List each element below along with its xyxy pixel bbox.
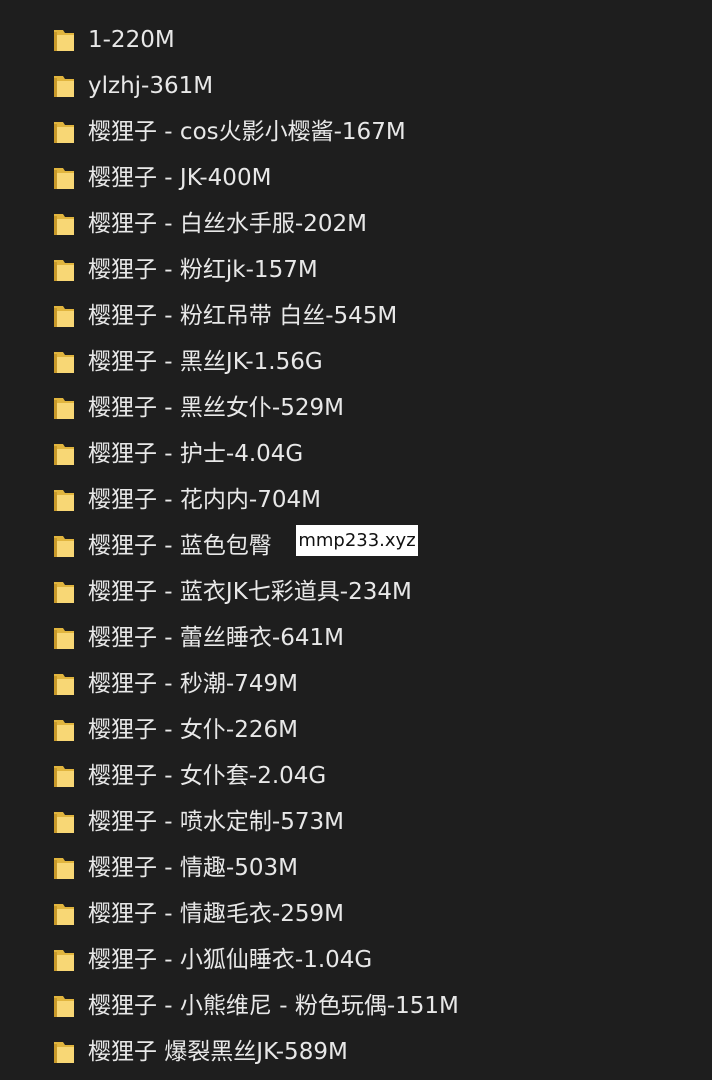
folder-item[interactable]: 樱狸子 - cos火影小樱酱-167M: [0, 109, 712, 155]
folder-item[interactable]: 樱狸子 - 女仆套-2.04G: [0, 753, 712, 799]
folder-icon: [54, 996, 74, 1017]
folder-icon: [54, 214, 74, 235]
folder-name: 樱狸子 - 粉红jk-157M: [88, 257, 318, 283]
folder-name: 1-220M: [88, 27, 175, 53]
folder-icon: [54, 260, 74, 281]
folder-item[interactable]: 1-220M: [0, 17, 712, 63]
folder-name: 樱狸子 - 蓝衣JK七彩道具-234M: [88, 579, 412, 605]
folder-item[interactable]: 樱狸子 - 花内内-704M: [0, 477, 712, 523]
folder-icon: [54, 904, 74, 925]
folder-item[interactable]: 樱狸子 - 蓝衣JK七彩道具-234M: [0, 569, 712, 615]
folder-name: 樱狸子 - JK-400M: [88, 165, 272, 191]
folder-item[interactable]: 樱狸子 - 黑丝女仆-529M: [0, 385, 712, 431]
folder-icon: [54, 168, 74, 189]
folder-icon: [54, 76, 74, 97]
folder-name: 樱狸子 - 黑丝JK-1.56G: [88, 349, 323, 375]
folder-item[interactable]: 樱狸子 - 小熊维尼 - 粉色玩偶-151M: [0, 983, 712, 1029]
folder-name: 樱狸子 - 情趣-503M: [88, 855, 298, 881]
folder-icon: [54, 858, 74, 879]
folder-name: 樱狸子 - 白丝水手服-202M: [88, 211, 367, 237]
folder-icon: [54, 30, 74, 51]
folder-name: 樱狸子 - 蕾丝睡衣-641M: [88, 625, 344, 651]
folder-name: 樱狸子 - 黑丝女仆-529M: [88, 395, 344, 421]
folder-name: 樱狸子 - 护士-4.04G: [88, 441, 304, 467]
folder-name: 樱狸子 - 秒潮-749M: [88, 671, 298, 697]
folder-item[interactable]: 樱狸子 - JK-400M: [0, 155, 712, 201]
folder-name: 樱狸子 - 情趣毛衣-259M: [88, 901, 344, 927]
folder-icon: [54, 950, 74, 971]
folder-item[interactable]: 樱狸子 - 女仆-226M: [0, 707, 712, 753]
folder-name: 樱狸子 - 喷水定制-573M: [88, 809, 344, 835]
folder-name: 樱狸子 - 小狐仙睡衣-1.04G: [88, 947, 373, 973]
folder-icon: [54, 720, 74, 741]
folder-item[interactable]: 樱狸子 - 蕾丝睡衣-641M: [0, 615, 712, 661]
folder-item[interactable]: 樱狸子 - 秒潮-749M: [0, 661, 712, 707]
folder-icon: [54, 1042, 74, 1063]
folder-name: 樱狸子 - 粉红吊带 白丝-545M: [88, 303, 398, 329]
folder-name: 樱狸子 - 女仆-226M: [88, 717, 298, 743]
folder-name: 樱狸子 爆裂黑丝JK-589M: [88, 1039, 348, 1065]
folder-name: 樱狸子 - 女仆套-2.04G: [88, 763, 327, 789]
folder-item[interactable]: 樱狸子 - 护士-4.04G: [0, 431, 712, 477]
folder-item[interactable]: 樱狸子 - 黑丝JK-1.56G: [0, 339, 712, 385]
folder-icon: [54, 812, 74, 833]
folder-item[interactable]: 樱狸子 - 情趣毛衣-259M: [0, 891, 712, 937]
folder-item[interactable]: 樱狸子 爆裂黑丝JK-589M: [0, 1029, 712, 1075]
folder-item[interactable]: 樱狸子 - 情趣-503M: [0, 845, 712, 891]
folder-item[interactable]: 樱狸子 - 喷水定制-573M: [0, 799, 712, 845]
folder-item[interactable]: ylzhj-361M: [0, 63, 712, 109]
folder-icon: [54, 674, 74, 695]
folder-icon: [54, 122, 74, 143]
folder-icon: [54, 306, 74, 327]
folder-icon: [54, 536, 74, 557]
folder-icon: [54, 352, 74, 373]
folder-icon: [54, 628, 74, 649]
folder-icon: [54, 444, 74, 465]
folder-name: 樱狸子 - 蓝色包臀: [88, 533, 272, 559]
watermark-label: mmp233.xyz: [296, 525, 418, 556]
folder-name: 樱狸子 - cos火影小樱酱-167M: [88, 119, 406, 145]
folder-item[interactable]: 樱狸子 - 白丝水手服-202M: [0, 201, 712, 247]
folder-name: ylzhj-361M: [88, 73, 214, 99]
folder-icon: [54, 490, 74, 511]
folder-item[interactable]: 樱狸子 - 粉红jk-157M: [0, 247, 712, 293]
folder-icon: [54, 582, 74, 603]
folder-item[interactable]: 樱狸子 - 粉红吊带 白丝-545M: [0, 293, 712, 339]
folder-name: 樱狸子 - 小熊维尼 - 粉色玩偶-151M: [88, 993, 459, 1019]
folder-icon: [54, 398, 74, 419]
folder-name: 樱狸子 - 花内内-704M: [88, 487, 321, 513]
folder-item[interactable]: 樱狸子 - 小狐仙睡衣-1.04G: [0, 937, 712, 983]
folder-icon: [54, 766, 74, 787]
